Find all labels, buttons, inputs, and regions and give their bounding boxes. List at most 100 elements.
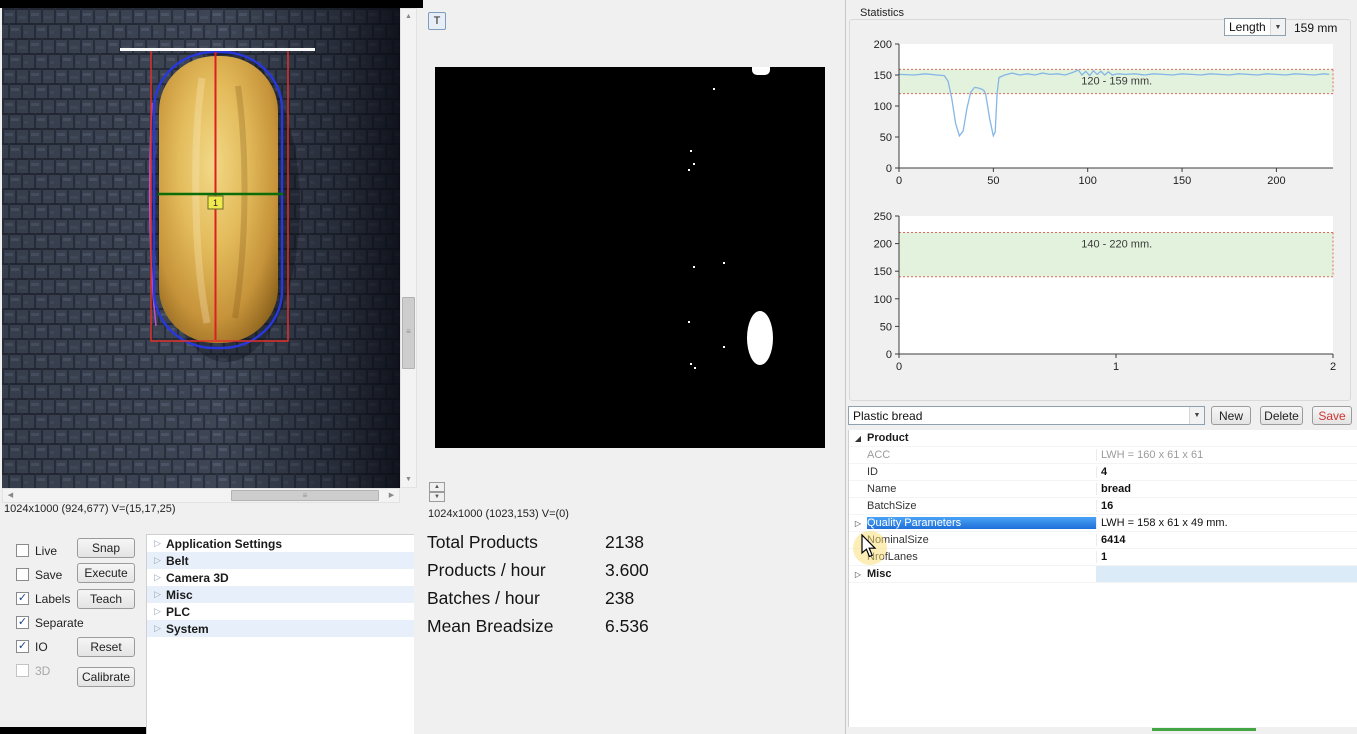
product-property-grid: ◢ProductACCLWH = 160 x 61 x 61ID4Namebre… xyxy=(848,430,1357,727)
checkbox-separate[interactable]: ✓ Separate xyxy=(16,614,84,631)
expand-icon[interactable]: ▷ xyxy=(849,570,867,579)
hidden-chart-edge xyxy=(1152,728,1256,731)
tree-item-belt[interactable]: ▷Belt xyxy=(147,552,414,569)
svg-text:0: 0 xyxy=(896,175,902,187)
metric-select[interactable]: Length ▼ xyxy=(1224,18,1286,36)
checkbox-box[interactable]: ✓ xyxy=(16,592,29,605)
camera-status-text: 1024x1000 (924,677) V=(15,17,25) xyxy=(4,503,176,515)
camera-image-view[interactable]: 1 xyxy=(2,8,400,488)
totals-value: 238 xyxy=(605,588,634,609)
checkbox-labels[interactable]: ✓Labels xyxy=(16,590,84,607)
property-row-name[interactable]: Namebread xyxy=(849,481,1357,498)
scroll-up-icon[interactable]: ▲ xyxy=(401,9,416,24)
checkbox-io[interactable]: ✓IO xyxy=(16,638,84,655)
chevron-down-icon[interactable]: ▼ xyxy=(1270,19,1285,35)
property-name: NrofLanes xyxy=(867,551,1096,563)
checkbox-box[interactable]: ✓ xyxy=(16,616,29,629)
scroll-right-icon[interactable]: ▶ xyxy=(384,489,399,502)
camera-vertical-scrollbar[interactable]: ▲ ▼ ≡ xyxy=(400,8,417,488)
svg-text:0: 0 xyxy=(886,349,892,361)
inspection-app-window: 1 ▲ ▼ ≡ ◀ ▶ ≡ 1024x1000 (924,677) V=(15,… xyxy=(0,0,1357,734)
horizontal-scroll-thumb[interactable]: ≡ xyxy=(231,490,379,501)
tree-item-camera-3d[interactable]: ▷Camera 3D xyxy=(147,569,414,586)
panel-splitter[interactable] xyxy=(845,0,846,734)
chevron-down-icon[interactable]: ▼ xyxy=(1189,407,1204,424)
capture-options: LiveSave✓Labels✓Separate✓IO3D xyxy=(16,542,84,679)
mouse-cursor xyxy=(860,534,880,560)
product-select[interactable]: Plastic bread ▼ xyxy=(848,406,1205,425)
new-button[interactable]: New xyxy=(1211,406,1251,425)
length-history-chart: 120 - 159 mm.050100150200050100150200 xyxy=(853,38,1345,190)
calibrate-button[interactable]: Calibrate xyxy=(77,667,135,687)
property-value: 4 xyxy=(1096,466,1357,478)
save-button[interactable]: Save xyxy=(1312,406,1352,425)
camera-horizontal-scrollbar[interactable]: ◀ ▶ ≡ xyxy=(2,488,400,503)
totals-label: Products / hour xyxy=(427,560,605,581)
expand-icon[interactable]: ▷ xyxy=(849,519,867,528)
totals-label: Batches / hour xyxy=(427,588,605,609)
tree-item-system[interactable]: ▷System xyxy=(147,620,414,637)
tree-item-label: Camera 3D xyxy=(166,571,229,585)
checkbox-live[interactable]: Live xyxy=(16,542,84,559)
svg-text:100: 100 xyxy=(874,101,892,113)
svg-text:200: 200 xyxy=(1267,175,1285,187)
settings-tree: ▷Application Settings▷Belt▷Camera 3D▷Mis… xyxy=(146,534,414,734)
teach-button[interactable]: Teach xyxy=(77,589,135,609)
checkbox-box[interactable] xyxy=(16,544,29,557)
spin-up-icon[interactable]: ▲ xyxy=(429,482,445,492)
property-row-nroflanes[interactable]: NrofLanes1 xyxy=(849,549,1357,566)
metric-select-value: Length xyxy=(1225,20,1270,34)
property-value: bread xyxy=(1096,483,1357,495)
checkbox-box[interactable] xyxy=(16,664,29,677)
property-name: Quality Parameters xyxy=(867,517,1096,529)
snap-button[interactable]: Snap xyxy=(77,538,135,558)
tree-item-label: Misc xyxy=(166,588,193,602)
collapse-icon[interactable]: ◢ xyxy=(849,434,867,443)
threshold-toggle-button[interactable]: T xyxy=(428,12,446,30)
chevron-right-icon: ▷ xyxy=(154,623,166,634)
property-row-id[interactable]: ID4 xyxy=(849,464,1357,481)
delete-button[interactable]: Delete xyxy=(1260,406,1303,425)
property-group-product[interactable]: ◢Product xyxy=(849,430,1357,447)
svg-text:1: 1 xyxy=(1113,361,1119,373)
property-row-acc[interactable]: ACCLWH = 160 x 61 x 61 xyxy=(849,447,1357,464)
property-row-batchsize[interactable]: BatchSize16 xyxy=(849,498,1357,515)
property-name: ID xyxy=(867,466,1096,478)
checkbox-label: Live xyxy=(35,544,57,558)
spin-down-icon[interactable]: ▼ xyxy=(429,492,445,502)
property-row-quality-parameters[interactable]: ▷Quality ParametersLWH = 158 x 61 x 49 m… xyxy=(849,515,1357,532)
totals-label: Total Products xyxy=(427,532,605,553)
bottom-black-bar xyxy=(0,727,146,734)
checkbox-3d[interactable]: 3D xyxy=(16,662,84,679)
zoom-spinner[interactable]: ▲ ▼ xyxy=(429,482,445,503)
scroll-left-icon[interactable]: ◀ xyxy=(3,489,18,502)
checkbox-box[interactable]: ✓ xyxy=(16,640,29,653)
totals-row: Total Products2138 xyxy=(427,532,649,560)
execute-button[interactable]: Execute xyxy=(77,563,135,583)
svg-text:150: 150 xyxy=(874,266,892,278)
scroll-down-icon[interactable]: ▼ xyxy=(401,472,416,487)
tree-item-plc[interactable]: ▷PLC xyxy=(147,603,414,620)
checkbox-save[interactable]: Save xyxy=(16,566,84,583)
property-group-label: Misc xyxy=(867,568,1096,580)
checkbox-box[interactable] xyxy=(16,568,29,581)
tree-item-application-settings[interactable]: ▷Application Settings xyxy=(147,535,414,552)
checkbox-label: Separate xyxy=(35,616,84,630)
production-totals: Total Products2138Products / hour3.600Ba… xyxy=(427,532,649,644)
processed-binary-image[interactable] xyxy=(435,67,825,448)
totals-row: Mean Breadsize6.536 xyxy=(427,616,649,644)
property-name: BatchSize xyxy=(867,500,1096,512)
property-group-misc[interactable]: ▷Misc xyxy=(849,566,1357,583)
processed-status-text: 1024x1000 (1023,153) V=(0) xyxy=(428,508,569,520)
svg-text:140 - 220 mm.: 140 - 220 mm. xyxy=(1081,239,1152,251)
property-row-nominalsize[interactable]: NominalSize6414 xyxy=(849,532,1357,549)
tree-item-misc[interactable]: ▷Misc xyxy=(147,586,414,603)
reset-button[interactable]: Reset xyxy=(77,637,135,657)
top-black-bar xyxy=(0,0,423,8)
svg-text:120 - 159 mm.: 120 - 159 mm. xyxy=(1081,75,1152,87)
property-value: LWH = 160 x 61 x 61 xyxy=(1096,449,1357,461)
batch-length-chart: 140 - 220 mm.050100150200250012 xyxy=(853,210,1345,376)
totals-row: Batches / hour238 xyxy=(427,588,649,616)
vertical-scroll-thumb[interactable]: ≡ xyxy=(402,297,415,369)
svg-text:50: 50 xyxy=(987,175,999,187)
